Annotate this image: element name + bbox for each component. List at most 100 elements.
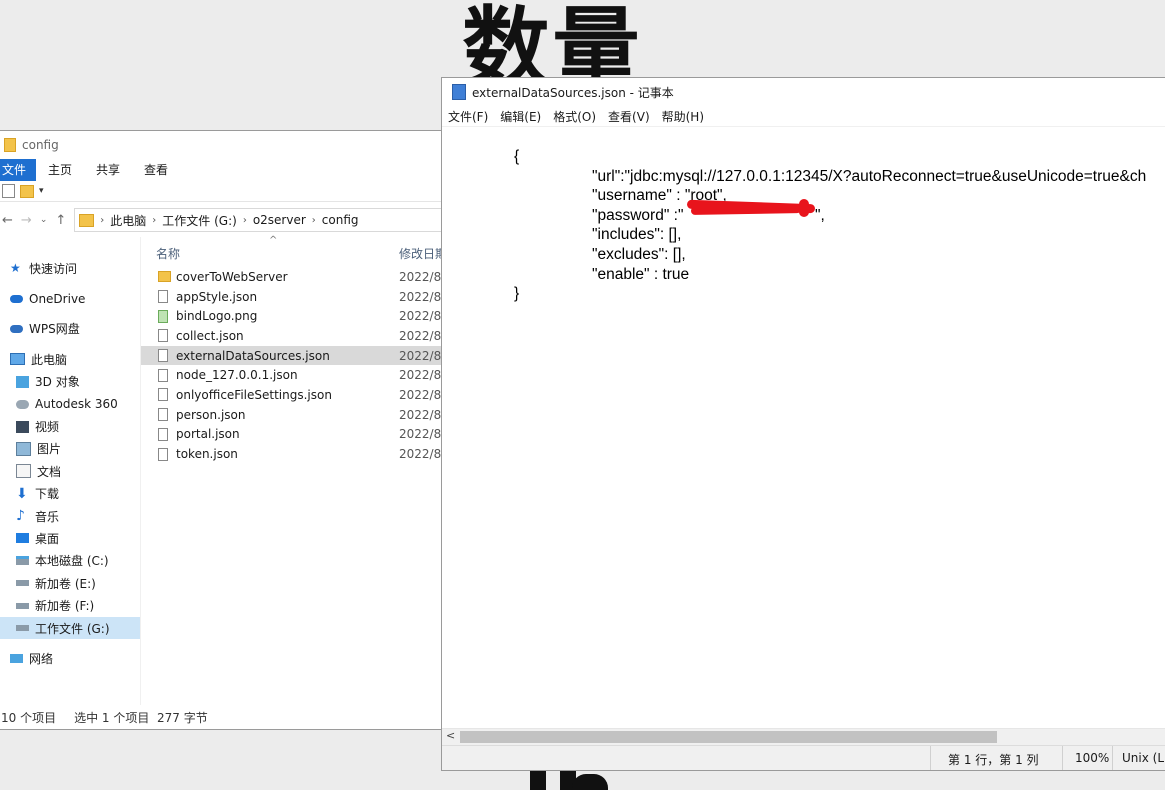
menu-file[interactable]: 文件(F) [448, 108, 488, 125]
code-line: "includes": [], [592, 226, 682, 243]
nav-documents[interactable]: 文档 [0, 460, 140, 482]
file-row[interactable]: token.json 2022/8/ [141, 444, 445, 464]
column-date[interactable]: 修改日期 [399, 245, 447, 262]
nav-drive-g[interactable]: 工作文件 (G:) [0, 616, 140, 640]
file-row[interactable]: node_127.0.0.1.json 2022/8/ [141, 365, 445, 385]
notepad-status-bar: 第 1 行，第 1 列 100% Unix (LF) [442, 745, 1165, 770]
nav-3d-objects[interactable]: 3D 对象 [0, 371, 140, 393]
menu-format[interactable]: 格式(O) [553, 108, 596, 125]
file-row[interactable]: collect.json 2022/8/ [141, 326, 445, 346]
nav-label: OneDrive [29, 291, 86, 306]
up-arrow-icon[interactable]: ↑ [55, 213, 66, 228]
file-date: 2022/8/ [399, 407, 446, 422]
file-name: bindLogo.png [176, 309, 258, 324]
nav-desktop[interactable]: 桌面 [0, 527, 140, 549]
nav-label: 新加卷 (E:) [35, 576, 96, 591]
customize-toolbar-icon[interactable]: ▾ [39, 186, 44, 196]
cursor-position: 第 1 行，第 1 列 [948, 753, 1039, 767]
menu-help[interactable]: 帮助(H) [662, 108, 704, 125]
file-date: 2022/8/ [399, 269, 446, 284]
file-name: node_127.0.0.1.json [176, 368, 298, 383]
file-row[interactable]: bindLogo.png 2022/8/ [141, 306, 445, 326]
file-icon [158, 329, 168, 343]
autodesk-icon [16, 399, 29, 409]
file-icon [158, 427, 168, 441]
chevron-right-icon[interactable]: › [152, 215, 156, 226]
tab-file[interactable]: 文件 [0, 159, 37, 181]
nav-drive-f[interactable]: 新加卷 (F:) [0, 594, 140, 616]
drive-icon [16, 602, 29, 609]
file-date: 2022/8/ [399, 387, 446, 402]
line-ending: Unix (LF) [1122, 751, 1165, 765]
forward-arrow-icon[interactable]: → [21, 213, 32, 228]
new-folder-icon[interactable] [20, 184, 34, 198]
file-row[interactable]: appStyle.json 2022/8/ [141, 287, 446, 307]
file-row-selected[interactable]: externalDataSources.json 2022/8/ [141, 345, 446, 366]
nav-label: 快速访问 [29, 261, 78, 276]
tab-view[interactable]: 查看 [132, 159, 180, 181]
desktop-icon [16, 533, 29, 544]
file-date: 2022/8/ [399, 348, 446, 363]
folder-icon [4, 138, 16, 152]
column-name[interactable]: 名称 [156, 245, 180, 262]
tab-home[interactable]: 主页 [36, 159, 84, 181]
nav-drive-e[interactable]: 新加卷 (E:) [0, 572, 140, 594]
chevron-right-icon[interactable]: › [100, 215, 104, 226]
redaction-scribble [686, 199, 817, 217]
file-row[interactable]: person.json 2022/8/ [141, 405, 446, 425]
scroll-left-icon[interactable]: < [446, 729, 455, 742]
breadcrumb-o2server[interactable]: o2server [253, 213, 306, 227]
menu-view[interactable]: 查看(V) [608, 108, 650, 125]
nav-label: 3D 对象 [35, 375, 80, 390]
file-row[interactable]: portal.json 2022/8/ [141, 425, 446, 445]
nav-pictures[interactable]: 图片 [0, 438, 140, 460]
chevron-right-icon[interactable]: › [243, 215, 247, 226]
code-line: "url":"jdbc:mysql://127.0.0.1:12345/X?au… [592, 168, 1147, 185]
scrollbar-thumb[interactable] [460, 731, 997, 743]
notepad-title: externalDataSources.json - 记事本 [472, 85, 674, 100]
file-row[interactable]: coverToWebServer 2022/8/ [141, 267, 446, 287]
file-row[interactable]: onlyofficeFileSettings.json 2022/8/ [141, 385, 446, 405]
code-line: "enable" : true [592, 266, 690, 283]
recent-locations-icon[interactable]: ⌄ [40, 215, 48, 225]
sort-up-icon: ^ [269, 235, 278, 246]
breadcrumb-this-pc[interactable]: 此电脑 [110, 212, 146, 229]
properties-icon[interactable] [2, 184, 15, 198]
music-icon: ♪ [16, 508, 25, 525]
file-explorer-window: config 文件 主页 共享 查看 ▾ ← → ⌄ ↑ › 此电脑 › 工作文… [0, 130, 447, 730]
file-name: coverToWebServer [176, 269, 288, 284]
tab-share[interactable]: 共享 [84, 159, 132, 181]
notepad-text-area[interactable]: { "url":"jdbc:mysql://127.0.0.1:12345/X?… [442, 142, 1165, 724]
horizontal-scrollbar[interactable]: < [442, 728, 1165, 746]
nav-music[interactable]: ♪ 音乐 [0, 505, 140, 527]
notepad-icon [452, 84, 466, 100]
file-date: 2022/8/ [399, 289, 446, 304]
quick-access-toolbar: ▾ [0, 181, 444, 202]
nav-quick-access[interactable]: ★ 快速访问 [0, 257, 140, 279]
breadcrumb-drive[interactable]: 工作文件 (G:) [162, 212, 237, 229]
item-count: 10 个项目 [1, 710, 57, 725]
nav-downloads[interactable]: ⬇ 下载 [0, 483, 140, 505]
explorer-status-bar: 10 个项目 选中 1 个项目 277 字节 [0, 705, 444, 729]
file-date: 2022/8/ [399, 427, 446, 442]
file-icon [158, 408, 168, 422]
breadcrumb-config[interactable]: config [322, 213, 359, 227]
file-list-pane: ^ 名称 修改日期 coverToWebServer 2022/8/ appSt… [141, 235, 447, 705]
file-name: onlyofficeFileSettings.json [176, 387, 332, 402]
explorer-title: config [22, 138, 59, 152]
nav-autodesk-360[interactable]: Autodesk 360 [0, 393, 140, 415]
address-bar[interactable]: › 此电脑 › 工作文件 (G:) › o2server › config [74, 208, 444, 232]
cloud-icon [10, 294, 23, 303]
chevron-right-icon[interactable]: › [312, 215, 316, 226]
nav-drive-c[interactable]: 本地磁盘 (C:) [0, 550, 140, 572]
back-arrow-icon[interactable]: ← [2, 213, 13, 228]
nav-onedrive[interactable]: OneDrive [0, 287, 140, 309]
video-icon [16, 420, 29, 433]
nav-label: 视频 [35, 420, 60, 435]
nav-wps-cloud[interactable]: WPS网盘 [0, 318, 140, 340]
nav-network[interactable]: 网络 [0, 647, 140, 669]
explorer-titlebar: config [0, 131, 444, 159]
nav-this-pc[interactable]: 此电脑 [0, 348, 140, 370]
nav-videos[interactable]: 视频 [0, 415, 140, 437]
menu-edit[interactable]: 编辑(E) [500, 108, 541, 125]
